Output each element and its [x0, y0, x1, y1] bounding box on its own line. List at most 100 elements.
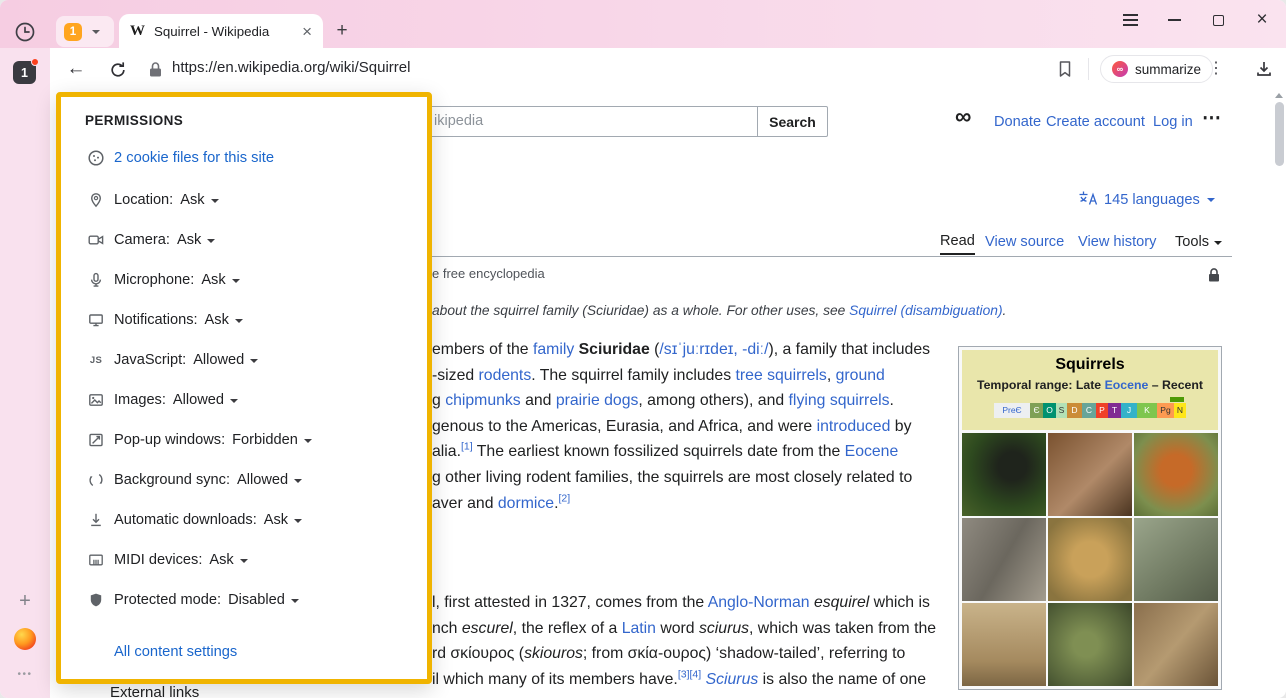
infobox-photo[interactable]: [1048, 603, 1132, 686]
permission-value: Allowed: [237, 472, 288, 488]
article-line: g chipmunks and prairie dogs, among othe…: [432, 388, 930, 414]
summarize-button[interactable]: ∞ summarize: [1100, 55, 1213, 83]
permission-dropdown[interactable]: Forbidden: [232, 432, 312, 448]
link[interactable]: family: [533, 341, 574, 358]
sidebar-add-button[interactable]: +: [13, 590, 37, 614]
timeline-segment[interactable]: K: [1137, 403, 1157, 418]
link[interactable]: Squirrel (disambiguation): [849, 303, 1002, 318]
permission-dropdown[interactable]: Ask: [205, 312, 243, 328]
link[interactable]: [1]: [461, 441, 473, 453]
timeline-segment[interactable]: T: [1108, 403, 1121, 418]
timeline-segment[interactable]: S: [1056, 403, 1067, 418]
scrollbar-thumb[interactable]: [1275, 102, 1284, 166]
close-tab-icon[interactable]: ×: [302, 23, 312, 40]
link[interactable]: Eocene: [1105, 378, 1149, 392]
scroll-up-icon[interactable]: [1275, 93, 1283, 98]
infobox-photo[interactable]: [1134, 603, 1218, 686]
download-icon[interactable]: [1254, 59, 1274, 79]
infobox-photo[interactable]: [1048, 518, 1132, 601]
timeline-segment[interactable]: PreЄ: [994, 403, 1030, 418]
tab-view-source[interactable]: View source: [985, 230, 1064, 255]
reload-icon[interactable]: [108, 60, 128, 80]
minimize-icon[interactable]: [1164, 11, 1184, 29]
search-button[interactable]: Search: [757, 106, 828, 137]
permission-dropdown[interactable]: Ask: [180, 192, 218, 208]
new-tab-button[interactable]: +: [331, 20, 353, 42]
permission-dropdown[interactable]: Allowed: [173, 392, 238, 408]
timeline-segment[interactable]: C: [1082, 403, 1096, 418]
timeline-segment[interactable]: P: [1096, 403, 1108, 418]
text-segment: skiouros: [524, 645, 583, 662]
browser-logo-icon[interactable]: [14, 628, 36, 650]
cookie-files-link[interactable]: 2 cookie files for this site: [114, 150, 274, 166]
sidebar-more-icon[interactable]: •••: [12, 669, 38, 680]
automatic-downloads-icon: [87, 512, 105, 528]
timeline-segment[interactable]: D: [1067, 403, 1082, 418]
link[interactable]: Latin: [622, 620, 656, 637]
tab-view-history[interactable]: View history: [1078, 230, 1156, 255]
link[interactable]: Sciurus: [706, 671, 759, 688]
permission-row-midi: MIDI devices: Ask: [61, 540, 427, 580]
maximize-icon[interactable]: [1208, 11, 1228, 29]
permission-dropdown[interactable]: Ask: [201, 272, 239, 288]
link[interactable]: tree squirrels: [736, 367, 827, 384]
tab-read-label: Read: [940, 229, 975, 254]
timeline-segment[interactable]: O: [1043, 403, 1056, 418]
login-link[interactable]: Log in: [1153, 114, 1193, 130]
history-clock-icon[interactable]: [13, 20, 37, 44]
kebab-menu-icon[interactable]: ⋮: [1208, 57, 1224, 81]
user-menu-ellipsis-icon[interactable]: ⋯: [1202, 107, 1221, 130]
timeline-segment[interactable]: J: [1121, 403, 1137, 418]
infobox-photo[interactable]: [962, 518, 1046, 601]
infobox-photo[interactable]: [1134, 433, 1218, 516]
timeline-segment[interactable]: N: [1174, 403, 1186, 418]
infobox-photo[interactable]: [962, 433, 1046, 516]
link[interactable]: dormice: [498, 495, 554, 512]
appearance-icon[interactable]: ∞: [955, 103, 971, 130]
permission-row-javascript: JS JavaScript: Allowed: [61, 340, 427, 380]
scrollbar[interactable]: [1272, 90, 1286, 698]
timeline-segment[interactable]: Є: [1030, 403, 1043, 418]
permission-dropdown[interactable]: Allowed: [193, 352, 258, 368]
all-content-settings-link[interactable]: All content settings: [114, 644, 427, 660]
tab-group-button[interactable]: 1: [56, 16, 114, 47]
permission-dropdown[interactable]: Ask: [264, 512, 302, 528]
tab-read[interactable]: Read: [940, 230, 975, 255]
menu-icon[interactable]: [1120, 11, 1140, 29]
toc-external-links[interactable]: External links: [110, 684, 199, 698]
site-info-lock-icon[interactable]: [148, 61, 163, 78]
text-segment: genous to the Americas, Eurasia, and Afr…: [432, 418, 817, 435]
infobox-photo[interactable]: [962, 603, 1046, 686]
link[interactable]: introduced: [817, 418, 891, 435]
permission-dropdown[interactable]: Disabled: [228, 592, 299, 608]
back-icon[interactable]: ←: [64, 56, 88, 82]
browser-tab[interactable]: W Squirrel - Wikipedia ×: [119, 14, 323, 48]
address-bar[interactable]: https://en.wikipedia.org/wiki/Squirrel: [172, 59, 410, 76]
infobox-photo[interactable]: [1048, 433, 1132, 516]
tab-tools[interactable]: Tools: [1175, 230, 1222, 255]
permission-dropdown[interactable]: Ask: [209, 552, 247, 568]
text-segment: word: [656, 620, 699, 637]
timeline-segment[interactable]: Pg: [1157, 403, 1174, 418]
permission-dropdown[interactable]: Ask: [177, 232, 215, 248]
infobox-photo[interactable]: [1134, 518, 1218, 601]
link[interactable]: ground: [836, 367, 885, 384]
languages-button[interactable]: 145 languages: [1078, 190, 1215, 210]
permission-dropdown[interactable]: Allowed: [237, 472, 302, 488]
donate-link[interactable]: Donate: [994, 114, 1041, 130]
link[interactable]: /sɪˈjuːrɪdeɪ, -diː/: [659, 341, 768, 358]
link[interactable]: Anglo-Norman: [708, 594, 810, 611]
close-window-icon[interactable]: ×: [1252, 11, 1272, 29]
link[interactable]: prairie dogs: [556, 392, 639, 409]
link[interactable]: Eocene: [845, 443, 899, 460]
chevron-down-icon: [211, 199, 219, 203]
link[interactable]: chipmunks: [445, 392, 521, 409]
link[interactable]: flying squirrels: [789, 392, 890, 409]
text-segment: (: [650, 341, 660, 358]
link[interactable]: [2]: [558, 492, 570, 504]
bookmark-icon[interactable]: [1055, 59, 1075, 79]
tab-count-badge[interactable]: 1: [13, 61, 36, 84]
link[interactable]: rodents: [479, 367, 532, 384]
create-account-link[interactable]: Create account: [1046, 114, 1145, 130]
link[interactable]: [3][4]: [678, 669, 701, 681]
